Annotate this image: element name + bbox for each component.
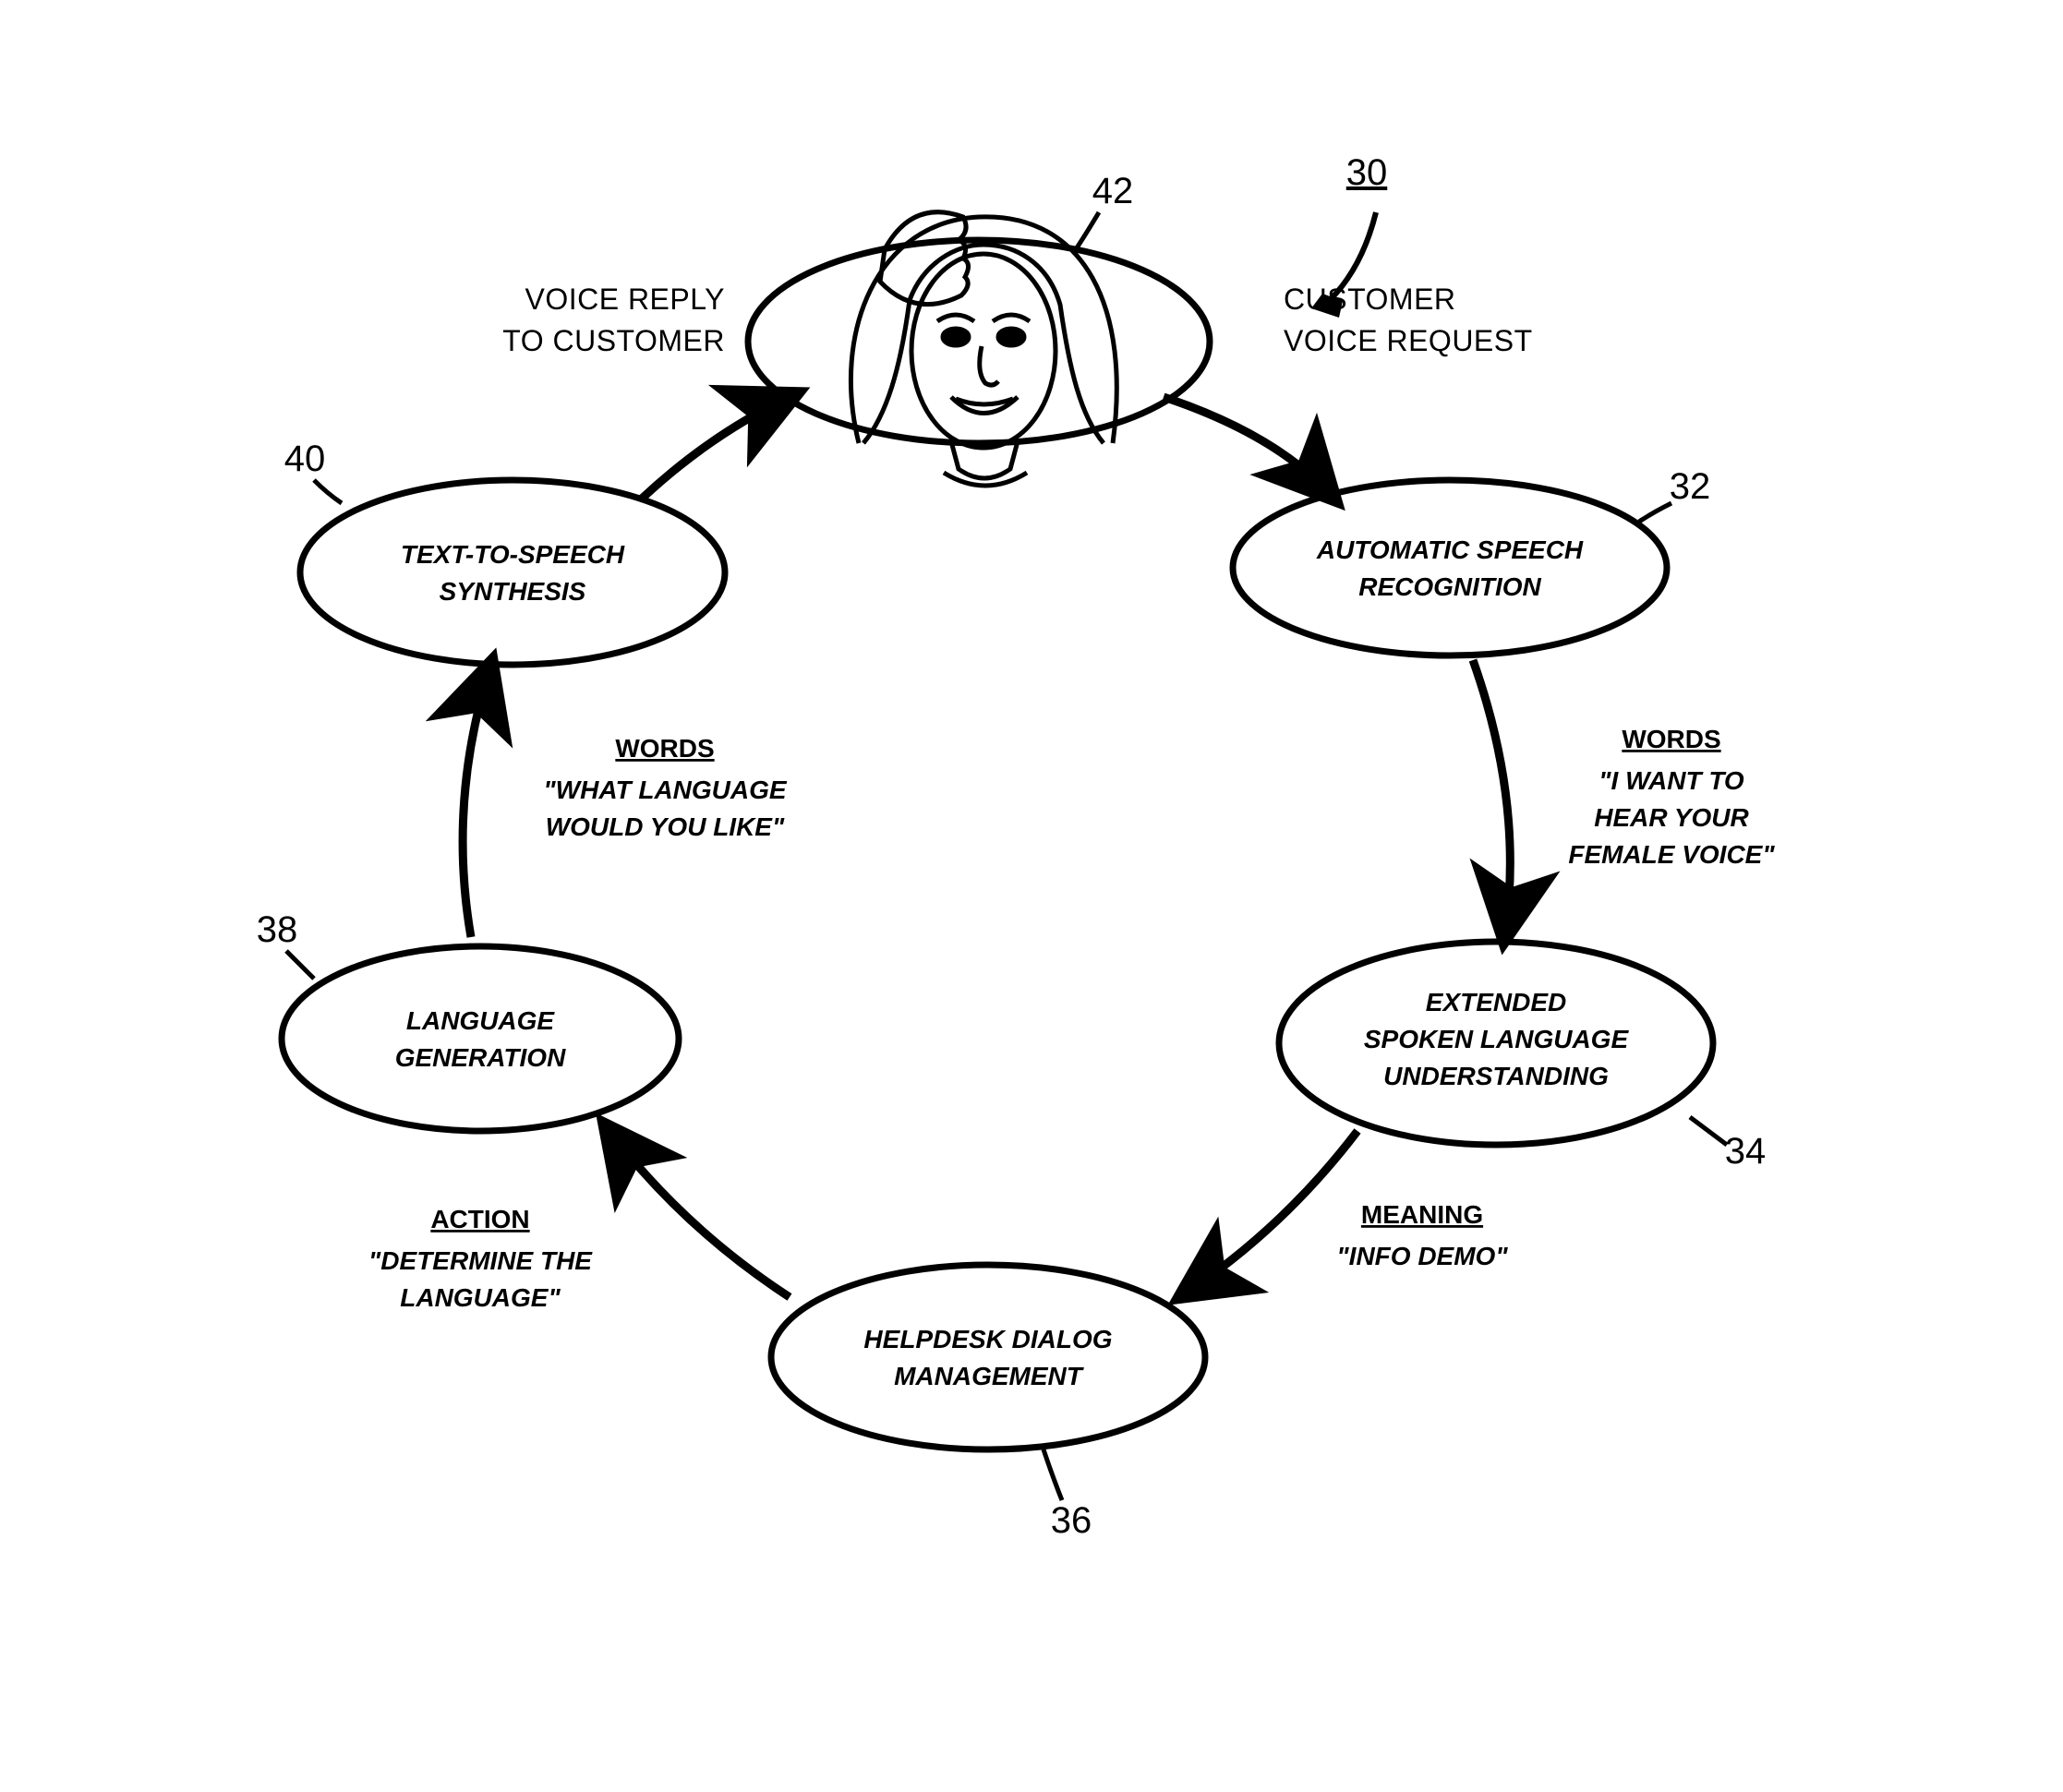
arrow-34-36 xyxy=(1187,1131,1357,1293)
svg-text:34: 34 xyxy=(1725,1131,1767,1172)
label-words-left: WORDS "WHAT LANGUAGE WOULD YOU LIKE" xyxy=(543,734,787,841)
svg-text:HEAR YOUR: HEAR YOUR xyxy=(1594,803,1749,832)
node-lg: LANGUAGE GENERATION 38 xyxy=(257,909,679,1131)
svg-text:"I WANT TO: "I WANT TO xyxy=(1599,766,1744,795)
dialog-cycle-diagram: 30 4 xyxy=(0,0,2063,1792)
arrow-42-32 xyxy=(1164,397,1330,494)
svg-text:"INFO DEMO": "INFO DEMO" xyxy=(1336,1242,1508,1270)
node-customer: 42 xyxy=(748,171,1210,486)
svg-text:GENERATION: GENERATION xyxy=(395,1043,566,1072)
label-meaning: MEANING "INFO DEMO" xyxy=(1336,1200,1508,1270)
label-action: ACTION "DETERMINE THE LANGUAGE" xyxy=(368,1205,593,1312)
node-tts: TEXT-TO-SPEECH SYNTHESIS 40 xyxy=(284,439,725,665)
svg-text:VOICE REPLY: VOICE REPLY xyxy=(525,283,725,316)
svg-text:AUTOMATIC SPEECH: AUTOMATIC SPEECH xyxy=(1316,535,1584,564)
label-words-right: WORDS "I WANT TO HEAR YOUR FEMALE VOICE" xyxy=(1568,725,1775,869)
svg-text:MEANING: MEANING xyxy=(1361,1200,1483,1229)
svg-text:TO CUSTOMER: TO CUSTOMER xyxy=(502,324,725,357)
svg-text:SYNTHESIS: SYNTHESIS xyxy=(440,577,586,606)
svg-text:UNDERSTANDING: UNDERSTANDING xyxy=(1383,1062,1609,1090)
svg-text:30: 30 xyxy=(1346,152,1388,193)
label-customer-request: CUSTOMER VOICE REQUEST xyxy=(1284,283,1533,357)
node-asr: AUTOMATIC SPEECH RECOGNITION 32 xyxy=(1233,466,1710,655)
svg-text:WOULD YOU LIKE": WOULD YOU LIKE" xyxy=(546,812,785,841)
svg-text:VOICE REQUEST: VOICE REQUEST xyxy=(1284,324,1533,357)
svg-text:"WHAT LANGUAGE: "WHAT LANGUAGE xyxy=(543,776,787,804)
svg-text:32: 32 xyxy=(1670,466,1711,507)
svg-text:RECOGNITION: RECOGNITION xyxy=(1358,572,1541,601)
svg-text:SPOKEN LANGUAGE: SPOKEN LANGUAGE xyxy=(1364,1025,1630,1053)
svg-text:EXTENDED: EXTENDED xyxy=(1426,988,1566,1016)
svg-text:ACTION: ACTION xyxy=(430,1205,529,1233)
arrow-36-38 xyxy=(609,1131,790,1297)
svg-text:CUSTOMER: CUSTOMER xyxy=(1284,283,1456,316)
svg-text:"DETERMINE THE: "DETERMINE THE xyxy=(368,1246,593,1275)
arrow-38-40 xyxy=(463,669,489,937)
svg-text:LANGUAGE": LANGUAGE" xyxy=(400,1283,561,1312)
svg-text:WORDS: WORDS xyxy=(615,734,714,763)
svg-text:38: 38 xyxy=(257,909,298,950)
svg-text:36: 36 xyxy=(1051,1500,1092,1541)
svg-text:TEXT-TO-SPEECH: TEXT-TO-SPEECH xyxy=(401,540,625,569)
svg-text:LANGUAGE: LANGUAGE xyxy=(406,1006,556,1035)
label-voice-reply: VOICE REPLY TO CUSTOMER xyxy=(502,283,725,357)
arrow-32-34 xyxy=(1473,660,1510,932)
svg-text:FEMALE VOICE": FEMALE VOICE" xyxy=(1568,840,1775,869)
svg-text:MANAGEMENT: MANAGEMENT xyxy=(894,1362,1085,1390)
svg-text:WORDS: WORDS xyxy=(1622,725,1720,753)
svg-text:40: 40 xyxy=(284,439,326,479)
node-dm: HELPDESK DIALOG MANAGEMENT 36 xyxy=(771,1265,1205,1541)
svg-text:HELPDESK DIALOG: HELPDESK DIALOG xyxy=(863,1325,1112,1353)
svg-text:42: 42 xyxy=(1092,171,1134,211)
arrow-40-42 xyxy=(642,397,790,499)
